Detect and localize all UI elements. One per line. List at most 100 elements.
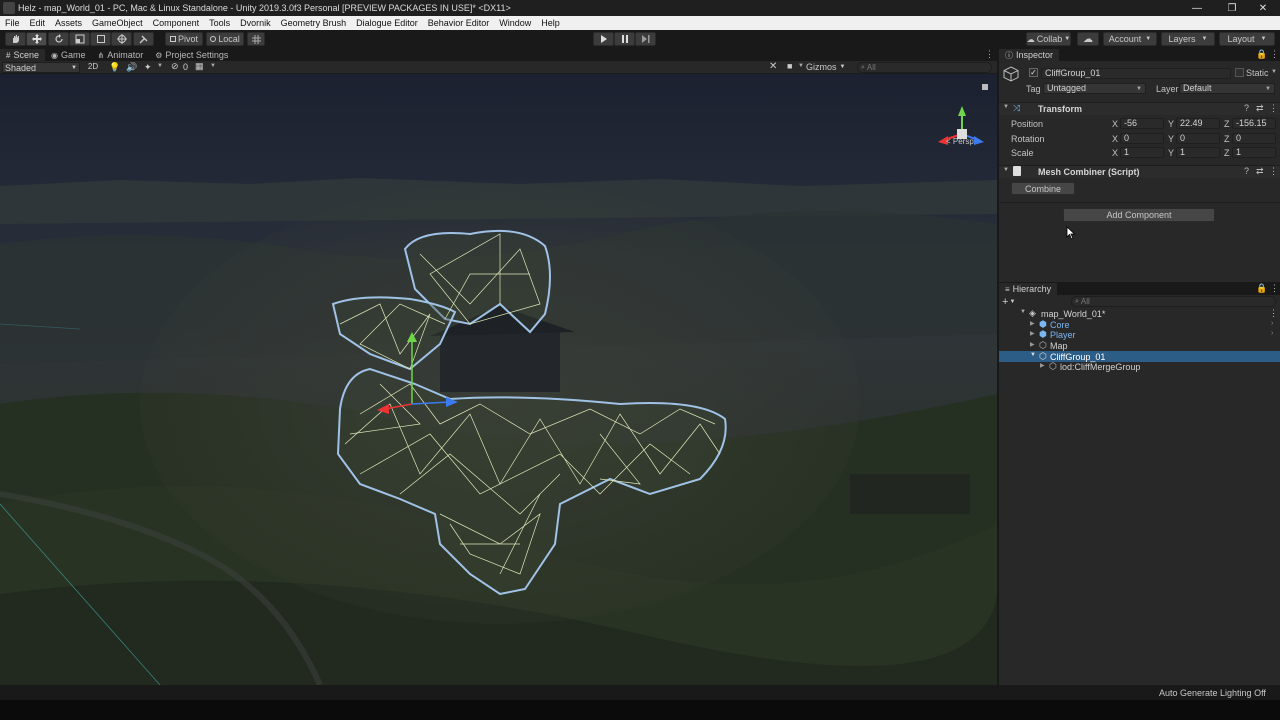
position-z-field[interactable]: -156.15 <box>1232 118 1276 129</box>
position-x-label[interactable]: X <box>1112 119 1118 129</box>
rotation-x-field[interactable]: 0 <box>1120 133 1164 144</box>
tab-hierarchy[interactable]: ≡ Hierarchy <box>999 283 1058 295</box>
active-checkbox[interactable]: ✓ <box>1029 68 1038 77</box>
shading-mode-dropdown[interactable]: Shaded ▼ <box>2 62 80 73</box>
chevron-down-icon[interactable]: ▼ <box>157 63 163 69</box>
scale-z-field[interactable]: 1 <box>1232 147 1276 158</box>
object-name-field[interactable]: CliffGroup_01 <box>1041 68 1231 79</box>
rotation-y-field[interactable]: 0 <box>1176 133 1220 144</box>
help-icon[interactable]: ? <box>1244 166 1249 176</box>
rotation-x-label[interactable]: X <box>1112 134 1118 144</box>
foldout-arrow-icon[interactable]: ▼ <box>1030 352 1036 358</box>
scene-row[interactable]: ▼ ◈ map_World_01* ⋮ <box>999 308 1280 319</box>
layer-dropdown[interactable]: Default ▼ <box>1179 83 1275 94</box>
menu-file[interactable]: File <box>0 18 25 28</box>
rect-tool-button[interactable] <box>90 32 111 46</box>
2d-toggle[interactable]: 2D <box>85 62 101 73</box>
menu-dialogue-editor[interactable]: Dialogue Editor <box>351 18 423 28</box>
scale-tool-button[interactable] <box>69 32 90 46</box>
hierarchy-item-player[interactable]: ▶ ⬢ Player › <box>999 329 1280 340</box>
rotation-y-label[interactable]: Y <box>1168 134 1174 144</box>
scale-x-label[interactable]: X <box>1112 148 1118 158</box>
account-dropdown[interactable]: Account ▼ <box>1103 32 1157 46</box>
pause-button[interactable] <box>614 32 635 46</box>
panel-menu-icon[interactable]: ⋮ <box>985 49 994 60</box>
lighting-status[interactable]: Auto Generate Lighting Off <box>1159 688 1266 698</box>
rotation-z-field[interactable]: 0 <box>1232 133 1276 144</box>
transform-header[interactable]: ▼ ⤨ Transform ? ⇄ ⋮ <box>999 102 1280 115</box>
position-x-field[interactable]: -56 <box>1120 118 1164 129</box>
grid-toggle-icon[interactable]: ▦ <box>195 61 204 72</box>
projection-toggle[interactable]: < Persp <box>946 137 974 146</box>
close-window-button[interactable]: ✕ <box>1246 0 1280 16</box>
tab-project-settings[interactable]: ⚙ Project Settings <box>149 49 234 61</box>
menu-gameobject[interactable]: GameObject <box>87 18 148 28</box>
transform-tool-button[interactable] <box>111 32 132 46</box>
preset-icon[interactable]: ⇄ <box>1256 166 1264 177</box>
lock-icon[interactable]: 🔒 <box>1256 283 1267 294</box>
menu-component[interactable]: Component <box>148 18 205 28</box>
scene-menu-icon[interactable]: ⋮ <box>1269 308 1278 319</box>
collab-dropdown[interactable]: ☁ Collab ▼ <box>1026 32 1071 46</box>
scale-x-field[interactable]: 1 <box>1120 147 1164 158</box>
rotate-tool-button[interactable] <box>48 32 69 46</box>
menu-assets[interactable]: Assets <box>50 18 87 28</box>
component-menu-icon[interactable]: ⋮ <box>1269 103 1278 114</box>
scene-viewport[interactable]: < Persp <box>0 74 997 685</box>
layout-dropdown[interactable]: Layout ▼ <box>1219 32 1275 46</box>
menu-geometry-brush[interactable]: Geometry Brush <box>276 18 352 28</box>
menu-tools[interactable]: Tools <box>204 18 235 28</box>
scene-render[interactable] <box>0 74 997 685</box>
grid-snap-button[interactable] <box>247 32 265 46</box>
step-button[interactable] <box>635 32 656 46</box>
tab-game[interactable]: ◉ Game <box>45 49 92 61</box>
camera-icon[interactable]: ■ <box>787 61 792 71</box>
cloud-services-button[interactable]: ☁ <box>1077 32 1099 46</box>
play-button[interactable] <box>593 32 614 46</box>
lock-icon[interactable]: 🔒 <box>1256 49 1267 60</box>
hierarchy-item-map[interactable]: ▶ ⬡ Map <box>999 340 1280 351</box>
chevron-down-icon[interactable]: ▼ <box>1271 69 1277 75</box>
local-toggle[interactable]: Local <box>206 32 244 46</box>
audio-toggle-icon[interactable]: 🔊 <box>126 62 137 73</box>
foldout-arrow-icon[interactable]: ▶ <box>1030 341 1035 348</box>
foldout-arrow-icon[interactable]: ▶ <box>1030 330 1035 337</box>
menu-behavior-editor[interactable]: Behavior Editor <box>423 18 495 28</box>
tools-icon[interactable]: ✕ <box>769 61 777 72</box>
combine-button[interactable]: Combine <box>1011 182 1075 195</box>
preset-icon[interactable]: ⇄ <box>1256 103 1264 114</box>
foldout-arrow-icon[interactable]: ▶ <box>1030 320 1035 327</box>
menu-help[interactable]: Help <box>536 18 565 28</box>
maximize-button[interactable]: ❐ <box>1215 0 1249 16</box>
menu-edit[interactable]: Edit <box>25 18 51 28</box>
tab-animator[interactable]: ⋔ Animator <box>91 49 149 61</box>
hand-tool-button[interactable] <box>5 32 26 46</box>
scene-search-input[interactable]: ⌕ All <box>857 62 992 73</box>
help-icon[interactable]: ? <box>1244 103 1249 113</box>
scale-y-label[interactable]: Y <box>1168 148 1174 158</box>
gizmos-dropdown[interactable]: Gizmos ▼ <box>806 61 845 73</box>
position-y-label[interactable]: Y <box>1168 119 1174 129</box>
lighting-toggle-icon[interactable]: 💡 <box>109 62 120 73</box>
scale-y-field[interactable]: 1 <box>1176 147 1220 158</box>
hierarchy-item-lod[interactable]: ▶ ⬡ lod:CliffMergeGroup <box>999 361 1280 372</box>
effects-toggle-icon[interactable]: ✦ <box>144 62 152 73</box>
component-menu-icon[interactable]: ⋮ <box>1269 166 1278 177</box>
panel-menu-icon[interactable]: ⋮ <box>1270 49 1279 60</box>
foldout-arrow-icon[interactable]: ▼ <box>1003 104 1009 110</box>
custom-tool-button[interactable] <box>133 32 154 46</box>
menu-window[interactable]: Window <box>494 18 536 28</box>
chevron-down-icon[interactable]: ▼ <box>210 63 216 69</box>
foldout-arrow-icon[interactable]: ▶ <box>1040 362 1045 369</box>
hierarchy-item-cliffgroup-selected[interactable]: ▼ ⬡ CliffGroup_01 <box>999 351 1280 362</box>
chevron-right-icon[interactable]: › <box>1271 330 1273 337</box>
foldout-arrow-icon[interactable]: ▼ <box>1020 309 1026 315</box>
panel-menu-icon[interactable]: ⋮ <box>1270 283 1279 294</box>
tag-dropdown[interactable]: Untagged ▼ <box>1043 83 1146 94</box>
scale-z-label[interactable]: Z <box>1224 148 1230 158</box>
minimize-button[interactable]: — <box>1180 0 1214 16</box>
tab-scene[interactable]: # Scene <box>0 49 45 61</box>
position-y-field[interactable]: 22.49 <box>1176 118 1220 129</box>
hidden-objects-icon[interactable]: ⊘ <box>171 61 179 72</box>
rotation-z-label[interactable]: Z <box>1224 134 1230 144</box>
